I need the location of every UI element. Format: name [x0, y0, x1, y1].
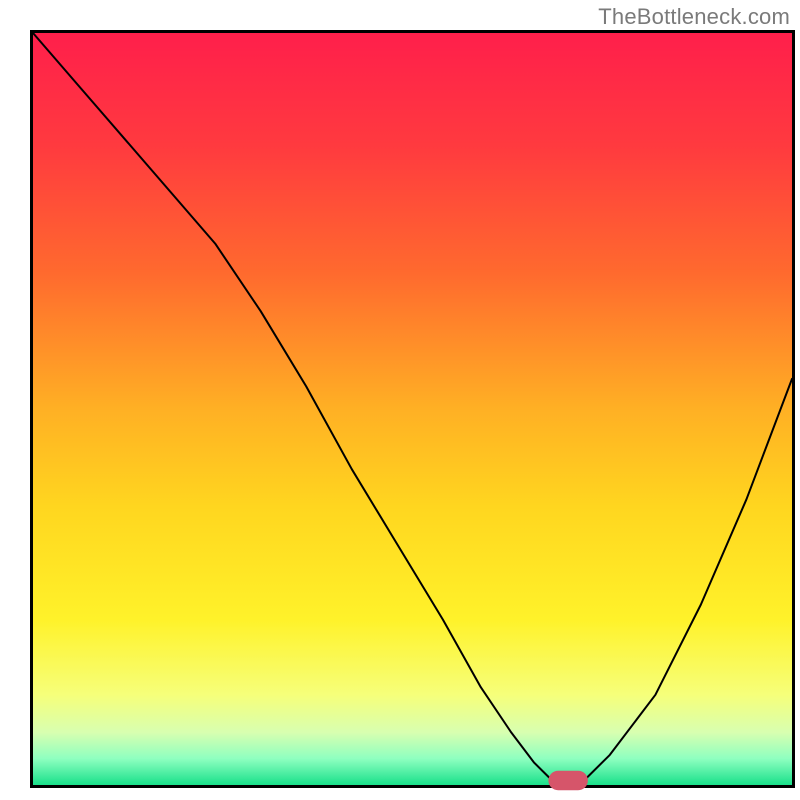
chart-container: TheBottleneck.com — [0, 0, 800, 800]
watermark-text: TheBottleneck.com — [598, 4, 790, 30]
plot-gradient — [33, 33, 792, 785]
bottleneck-chart — [0, 0, 800, 800]
optimum-marker — [548, 771, 588, 791]
